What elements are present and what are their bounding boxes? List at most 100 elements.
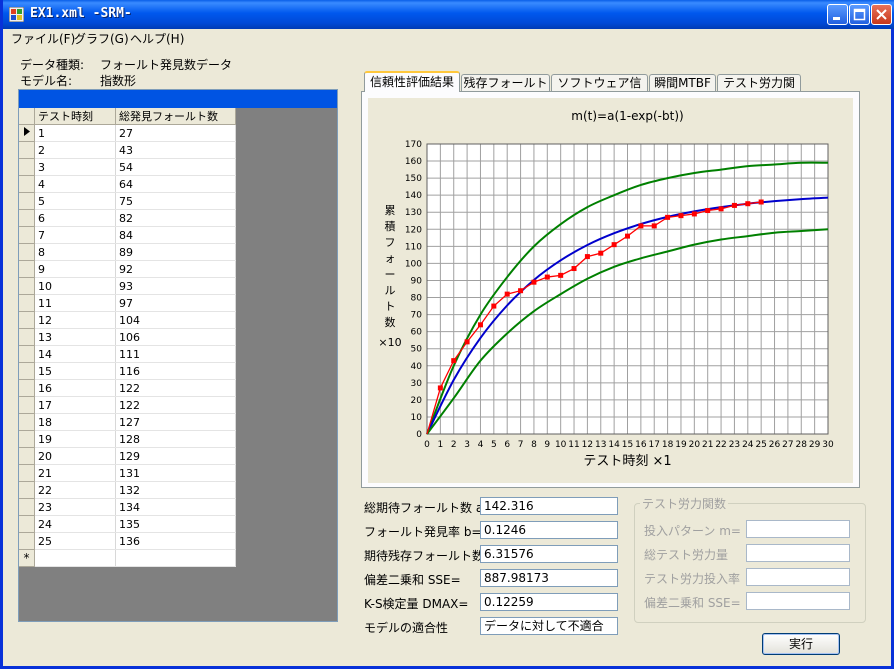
cell-test-time[interactable]: 23: [34, 498, 116, 516]
row-header[interactable]: [19, 311, 35, 329]
cell-test-time[interactable]: 5: [34, 192, 116, 210]
effort-field[interactable]: [746, 544, 850, 562]
cell-total-faults[interactable]: 92: [115, 260, 236, 278]
tab-test-effort[interactable]: テスト労力関数: [717, 74, 801, 107]
row-header[interactable]: [19, 396, 35, 414]
new-row[interactable]: *: [19, 549, 236, 567]
cell-total-faults[interactable]: 84: [115, 226, 236, 244]
table-row[interactable]: 2 43: [19, 141, 236, 159]
menu-file[interactable]: ファイル(F): [11, 30, 75, 47]
cell-total-faults[interactable]: 129: [115, 447, 236, 465]
row-header[interactable]: [19, 498, 35, 516]
table-row[interactable]: 9 92: [19, 260, 236, 278]
cell-total-faults[interactable]: 97: [115, 294, 236, 312]
cell-test-time[interactable]: 11: [34, 294, 116, 312]
table-row[interactable]: 21 131: [19, 464, 236, 482]
cell-test-time[interactable]: 3: [34, 158, 116, 176]
close-button[interactable]: [871, 4, 892, 25]
table-row[interactable]: 7 84: [19, 226, 236, 244]
cell-test-time[interactable]: 8: [34, 243, 116, 261]
cell-test-time[interactable]: 13: [34, 328, 116, 346]
cell-total-faults[interactable]: 54: [115, 158, 236, 176]
cell-test-time[interactable]: 16: [34, 379, 116, 397]
cell-total-faults[interactable]: 135: [115, 515, 236, 533]
row-header[interactable]: [19, 277, 35, 295]
cell-total-faults[interactable]: 132: [115, 481, 236, 499]
cell-test-time[interactable]: 21: [34, 464, 116, 482]
cell-test-time[interactable]: 2: [34, 141, 116, 159]
result-value-field[interactable]: 6.31576: [480, 545, 618, 563]
table-row[interactable]: 5 75: [19, 192, 236, 210]
cell-total-faults[interactable]: 27: [115, 124, 236, 142]
row-header[interactable]: [19, 260, 35, 278]
cell-total-faults[interactable]: 82: [115, 209, 236, 227]
cell-total-faults[interactable]: 136: [115, 532, 236, 550]
run-button[interactable]: 実行: [762, 633, 840, 655]
table-row[interactable]: 17 122: [19, 396, 236, 414]
row-header[interactable]: [19, 192, 35, 210]
table-row[interactable]: 25 136: [19, 532, 236, 550]
table-row[interactable]: 14 111: [19, 345, 236, 363]
row-header[interactable]: [19, 175, 35, 193]
row-header[interactable]: [19, 209, 35, 227]
row-header[interactable]: [19, 379, 35, 397]
tab-instant-mtbf[interactable]: 瞬間MTBF: [649, 74, 716, 91]
cell-total-faults[interactable]: 89: [115, 243, 236, 261]
cell-total-faults[interactable]: 75: [115, 192, 236, 210]
cell-test-time[interactable]: 7: [34, 226, 116, 244]
table-row[interactable]: 18 127: [19, 413, 236, 431]
cell-test-time[interactable]: 9: [34, 260, 116, 278]
effort-field[interactable]: [746, 568, 850, 586]
cell-test-time[interactable]: 25: [34, 532, 116, 550]
table-row[interactable]: 15 116: [19, 362, 236, 380]
cell-test-time[interactable]: 22: [34, 481, 116, 499]
row-header[interactable]: [19, 328, 35, 346]
cell-total-faults[interactable]: 116: [115, 362, 236, 380]
row-header[interactable]: [19, 481, 35, 499]
column-header-test-time[interactable]: テスト時刻: [34, 108, 116, 125]
row-header[interactable]: [19, 447, 35, 465]
table-row[interactable]: 6 82: [19, 209, 236, 227]
effort-field[interactable]: [746, 520, 850, 538]
cell-test-time[interactable]: 1: [34, 124, 116, 142]
table-row[interactable]: 24 135: [19, 515, 236, 533]
table-row[interactable]: 10 93: [19, 277, 236, 295]
table-row[interactable]: 20 129: [19, 447, 236, 465]
result-value-field[interactable]: 887.98173: [480, 569, 618, 587]
cell-total-faults[interactable]: 134: [115, 498, 236, 516]
table-row[interactable]: 3 54: [19, 158, 236, 176]
cell-total-faults[interactable]: 122: [115, 379, 236, 397]
cell-test-time[interactable]: 4: [34, 175, 116, 193]
tab-remaining-faults[interactable]: 残存フォールト数: [461, 74, 550, 107]
table-row[interactable]: 23 134: [19, 498, 236, 516]
cell-test-time[interactable]: 19: [34, 430, 116, 448]
cell-total-faults[interactable]: 122: [115, 396, 236, 414]
table-row[interactable]: 12 104: [19, 311, 236, 329]
title-bar[interactable]: EX1.xml -SRM-: [3, 0, 894, 29]
row-header[interactable]: [19, 464, 35, 482]
row-header[interactable]: [19, 430, 35, 448]
row-header[interactable]: [19, 294, 35, 312]
cell-test-time[interactable]: 10: [34, 277, 116, 295]
table-row[interactable]: 1 27: [19, 124, 236, 142]
cell-test-time[interactable]: 17: [34, 396, 116, 414]
cell-total-faults[interactable]: 106: [115, 328, 236, 346]
row-header[interactable]: [19, 515, 35, 533]
menu-help[interactable]: ヘルプ(H): [130, 30, 184, 47]
row-header[interactable]: [19, 413, 35, 431]
cell-test-time[interactable]: 18: [34, 413, 116, 431]
row-header[interactable]: [19, 362, 35, 380]
tab-software-reliability[interactable]: ソフトウェア信頼度: [551, 74, 648, 107]
table-row[interactable]: 22 132: [19, 481, 236, 499]
cell-total-faults[interactable]: 128: [115, 430, 236, 448]
data-grid[interactable]: テスト時刻 総発見フォールト数 1 27 2 43 3 54 4 64 5 75 6 82 7 84 8 89…: [18, 89, 338, 622]
row-header[interactable]: [19, 141, 35, 159]
cell-total-faults[interactable]: 131: [115, 464, 236, 482]
cell-test-time[interactable]: 24: [34, 515, 116, 533]
cell-test-time[interactable]: 12: [34, 311, 116, 329]
maximize-button[interactable]: [849, 4, 870, 25]
cell-total-faults[interactable]: 93: [115, 277, 236, 295]
table-row[interactable]: 19 128: [19, 430, 236, 448]
table-row[interactable]: 8 89: [19, 243, 236, 261]
cell-total-faults[interactable]: 64: [115, 175, 236, 193]
